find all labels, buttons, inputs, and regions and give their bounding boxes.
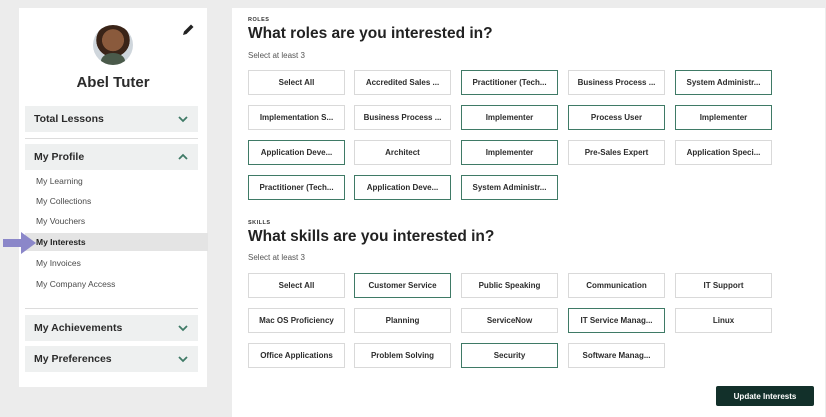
skill-chip[interactable]: Public Speaking [461,273,558,298]
role-chip[interactable]: Application Deve... [248,140,345,165]
skill-chip[interactable]: ServiceNow [461,308,558,333]
profile-sidebar: Abel Tuter Total Lessons My Profile My L… [19,8,208,387]
skill-chip[interactable]: Customer Service [354,273,451,298]
accordion-my-preferences[interactable]: My Preferences [25,346,198,372]
chevron-down-icon [178,325,188,332]
role-chip[interactable]: Implementation S... [248,105,345,130]
skill-chip[interactable]: IT Support [675,273,772,298]
role-chip[interactable]: Pre-Sales Expert [568,140,665,165]
chevron-down-icon [178,356,188,363]
role-chip[interactable]: Implementer [461,105,558,130]
accordion-label: Total Lessons [34,113,104,125]
sidebar-item-my-learning[interactable]: My Learning [25,172,208,190]
accordion-my-achievements[interactable]: My Achievements [25,315,198,341]
sidebar-item-my-vouchers[interactable]: My Vouchers [25,212,208,230]
roles-subtitle: Select at least 3 [248,51,305,60]
skill-chip[interactable]: Problem Solving [354,343,451,368]
role-chip[interactable]: Practitioner (Tech... [461,70,558,95]
divider [25,308,198,309]
role-chip[interactable]: Business Process ... [354,105,451,130]
chevron-up-icon [178,153,188,160]
chevron-down-icon [178,116,188,123]
role-chip[interactable]: Practitioner (Tech... [248,175,345,200]
role-chip[interactable]: Implementer [461,140,558,165]
skills-section-label: SKILLS [248,220,271,226]
accordion-my-profile[interactable]: My Profile [25,144,198,170]
skill-chip[interactable]: Software Manag... [568,343,665,368]
skill-chip[interactable]: Planning [354,308,451,333]
update-interests-button[interactable]: Update Interests [716,386,814,406]
pencil-icon[interactable] [180,22,196,38]
role-chip[interactable]: Select All [248,70,345,95]
accordion-total-lessons[interactable]: Total Lessons [25,106,198,132]
sidebar-item-my-company-access[interactable]: My Company Access [25,275,208,293]
skills-subtitle: Select at least 3 [248,253,305,262]
role-chip[interactable]: System Administr... [461,175,558,200]
accordion-label: My Achievements [34,322,123,334]
interests-panel: ROLES What roles are you interested in? … [232,8,825,417]
avatar [93,25,133,65]
skill-chip[interactable]: Mac OS Proficiency [248,308,345,333]
role-chip[interactable]: Process User [568,105,665,130]
user-name: Abel Tuter [76,74,150,91]
roles-title: What roles are you interested in? [248,25,493,42]
skill-chip[interactable]: Communication [568,273,665,298]
skills-title: What skills are you interested in? [248,228,495,245]
arrow-pointer-icon [3,232,36,254]
sidebar-item-my-interests[interactable]: My Interests [25,233,208,251]
skill-chip[interactable]: Linux [675,308,772,333]
role-chip[interactable]: System Administr... [675,70,772,95]
role-chip[interactable]: Business Process ... [568,70,665,95]
skill-chip[interactable]: Security [461,343,558,368]
divider [25,138,198,139]
role-chip[interactable]: Architect [354,140,451,165]
role-chip[interactable]: Application Speci... [675,140,772,165]
role-chip[interactable]: Implementer [675,105,772,130]
roles-section-label: ROLES [248,17,270,23]
accordion-label: My Preferences [34,353,112,365]
role-chip[interactable]: Application Deve... [354,175,451,200]
role-chip[interactable]: Accredited Sales ... [354,70,451,95]
sidebar-item-my-invoices[interactable]: My Invoices [25,254,208,272]
skill-chip[interactable]: Select All [248,273,345,298]
skill-chip[interactable]: Office Applications [248,343,345,368]
skill-chip[interactable]: IT Service Manag... [568,308,665,333]
sidebar-item-my-collections[interactable]: My Collections [25,192,208,210]
accordion-label: My Profile [34,151,85,163]
